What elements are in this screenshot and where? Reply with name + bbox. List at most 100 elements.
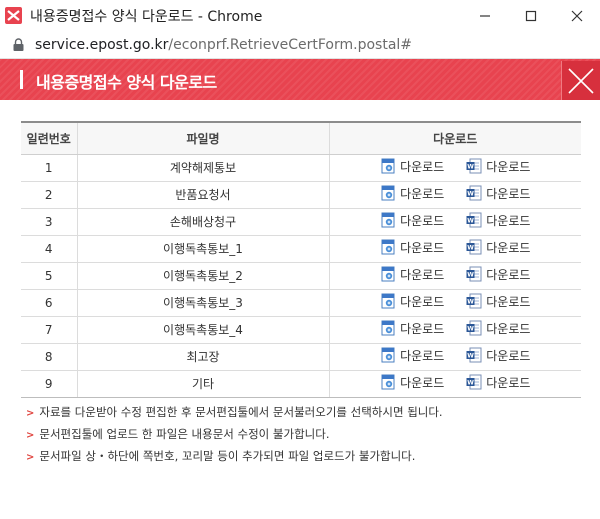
hwp-file-icon: [381, 320, 395, 336]
address-bar[interactable]: service.epost.go.kr/econprf.RetrieveCert…: [0, 31, 600, 59]
download-doc-label: 다운로드: [486, 213, 531, 228]
word-file-icon: W: [466, 239, 482, 255]
table-row: 8 최고장 다운로드 W 다운로드: [21, 343, 581, 371]
word-file-icon: W: [466, 293, 482, 309]
table-row: 2 반품요청서 다운로드 W 다운로드: [21, 181, 581, 209]
file-name: 이행독촉통보_1: [76, 235, 329, 263]
download-doc-link[interactable]: W 다운로드: [466, 293, 530, 310]
row-number: 2: [21, 181, 77, 209]
download-doc-label: 다운로드: [486, 240, 531, 255]
download-hwp-link[interactable]: 다운로드: [380, 266, 444, 283]
svg-text:W: W: [467, 299, 474, 306]
download-hwp-link[interactable]: 다운로드: [380, 158, 444, 175]
download-doc-link[interactable]: W 다운로드: [466, 239, 530, 256]
row-number: 7: [21, 316, 77, 344]
download-hwp-link[interactable]: 다운로드: [380, 293, 444, 310]
download-doc-link[interactable]: W 다운로드: [466, 374, 530, 391]
url-text: service.epost.go.kr/econprf.RetrieveCert…: [35, 37, 412, 53]
file-name: 손해배상청구: [76, 208, 329, 236]
download-hwp-link[interactable]: 다운로드: [380, 239, 444, 256]
download-doc-label: 다운로드: [486, 321, 531, 336]
word-file-icon: W: [466, 266, 482, 282]
hwp-file-icon: [381, 374, 395, 390]
row-number: 1: [21, 154, 77, 182]
popup-header: 내용증명접수 양식 다운로드: [0, 59, 600, 100]
close-icon: [571, 10, 583, 21]
download-cell: 다운로드 W 다운로드: [328, 289, 581, 317]
word-file-icon: W: [466, 347, 482, 363]
row-number: 6: [21, 289, 77, 317]
hwp-file-icon: [381, 239, 395, 255]
form-file-table: 일련번호 파일명 다운로드 1 계약해제통보 다운로드 W 다운로드 2 반품요청서 다운로드…: [21, 121, 581, 398]
url-path: /econprf.RetrieveCertForm.postal#: [168, 37, 413, 53]
download-doc-link[interactable]: W 다운로드: [466, 320, 530, 337]
table-row: 4 이행독촉통보_1 다운로드 W 다운로드: [21, 235, 581, 263]
column-header-number: 일련번호: [21, 121, 77, 155]
download-cell: 다운로드 W 다운로드: [328, 181, 581, 209]
chevron-right-icon: >: [26, 452, 35, 463]
download-hwp-label: 다운로드: [400, 240, 445, 255]
hwp-file-icon: [381, 293, 395, 309]
notice-text: 문서편집툴에 업로드 한 파일은 내용문서 수정이 불가합니다.: [39, 427, 330, 441]
download-cell: 다운로드 W 다운로드: [328, 262, 581, 290]
download-hwp-link[interactable]: 다운로드: [380, 347, 444, 364]
row-number: 3: [21, 208, 77, 236]
notice-text: 자료를 다운받아 수정 편집한 후 문서편집툴에서 문서불러오기를 선택하시면 …: [39, 405, 443, 419]
download-hwp-link[interactable]: 다운로드: [380, 320, 444, 337]
download-doc-label: 다운로드: [486, 186, 531, 201]
file-name: 계약해제통보: [76, 154, 329, 182]
notice-list: > 자료를 다운받아 수정 편집한 후 문서편집툴에서 문서불러오기를 선택하시면…: [26, 404, 443, 470]
download-hwp-link[interactable]: 다운로드: [380, 185, 444, 202]
download-doc-link[interactable]: W 다운로드: [466, 212, 530, 229]
table-row: 5 이행독촉통보_2 다운로드 W 다운로드: [21, 262, 581, 290]
download-hwp-link[interactable]: 다운로드: [380, 374, 444, 391]
download-doc-label: 다운로드: [486, 375, 531, 390]
svg-text:W: W: [467, 326, 474, 333]
hwp-file-icon: [381, 185, 395, 201]
table-row: 1 계약해제통보 다운로드 W 다운로드: [21, 154, 581, 182]
minimize-icon: [480, 14, 490, 17]
notice-item: > 문서파일 상・하단에 쪽번호, 꼬리말 등이 추가되면 파일 업로드가 불가합…: [26, 448, 443, 470]
column-header-download: 다운로드: [328, 121, 581, 155]
minimize-button[interactable]: [462, 0, 508, 31]
svg-text:W: W: [467, 272, 474, 279]
column-header-filename: 파일명: [76, 121, 329, 155]
download-doc-label: 다운로드: [486, 267, 531, 282]
download-cell: 다운로드 W 다운로드: [328, 208, 581, 236]
svg-text:W: W: [467, 164, 474, 171]
download-cell: 다운로드 W 다운로드: [328, 154, 581, 182]
download-doc-link[interactable]: W 다운로드: [466, 347, 530, 364]
notice-text: 문서파일 상・하단에 쪽번호, 꼬리말 등이 추가되면 파일 업로드가 불가합니…: [39, 449, 416, 463]
download-doc-label: 다운로드: [486, 294, 531, 309]
table-header-row: 일련번호 파일명 다운로드: [21, 121, 581, 155]
row-number: 4: [21, 235, 77, 263]
download-doc-link[interactable]: W 다운로드: [466, 158, 530, 175]
download-doc-link[interactable]: W 다운로드: [466, 266, 530, 283]
close-icon: [568, 67, 594, 94]
download-hwp-link[interactable]: 다운로드: [380, 212, 444, 229]
word-file-icon: W: [466, 158, 482, 174]
maximize-icon: [525, 10, 537, 21]
chevron-right-icon: >: [26, 430, 35, 441]
file-name: 이행독촉통보_4: [76, 316, 329, 344]
table-row: 3 손해배상청구 다운로드 W 다운로드: [21, 208, 581, 236]
svg-text:W: W: [467, 218, 474, 225]
download-doc-link[interactable]: W 다운로드: [466, 185, 530, 202]
lock-icon: [13, 38, 24, 51]
chevron-right-icon: >: [26, 408, 35, 419]
maximize-button[interactable]: [508, 0, 554, 31]
word-file-icon: W: [466, 320, 482, 336]
file-name: 기타: [76, 370, 329, 398]
popup-close-button[interactable]: [561, 61, 600, 100]
hwp-file-icon: [381, 347, 395, 363]
window-close-button[interactable]: [554, 0, 600, 31]
download-doc-label: 다운로드: [486, 348, 531, 363]
word-file-icon: W: [466, 185, 482, 201]
file-name: 반품요청서: [76, 181, 329, 209]
mail-x-icon: [5, 7, 22, 24]
file-name: 최고장: [76, 343, 329, 371]
hwp-file-icon: [381, 158, 395, 174]
download-hwp-label: 다운로드: [400, 186, 445, 201]
hwp-file-icon: [381, 212, 395, 228]
download-hwp-label: 다운로드: [400, 267, 445, 282]
